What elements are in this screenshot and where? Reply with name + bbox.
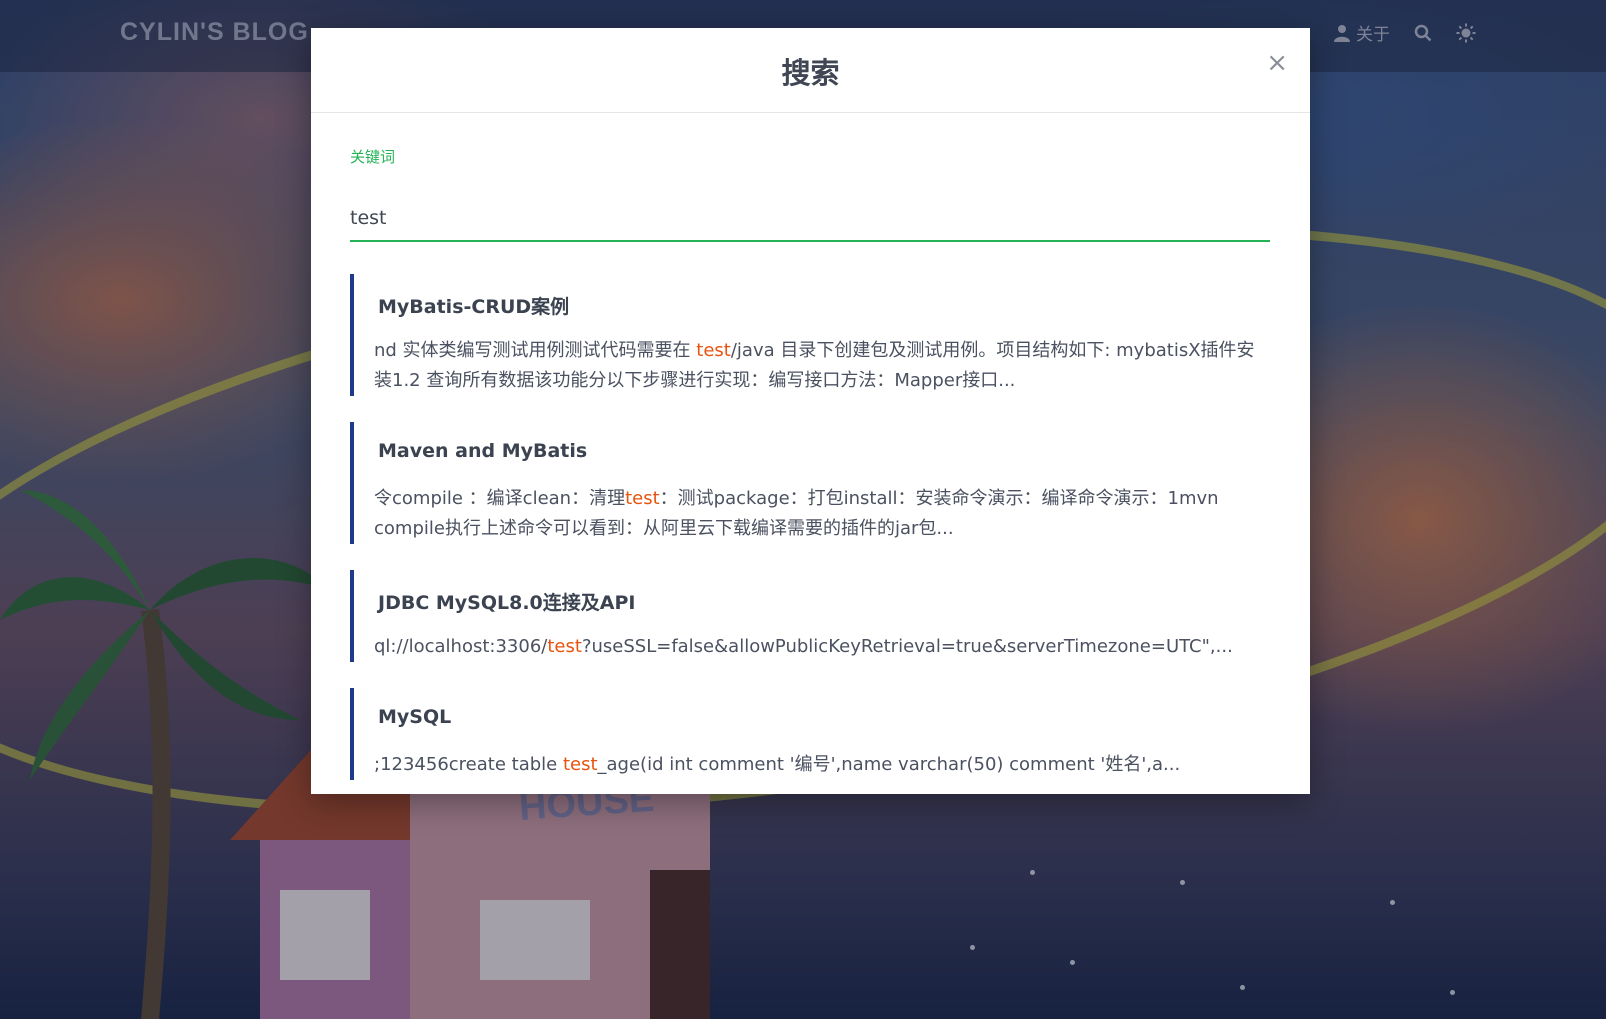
snippet-highlight: test — [547, 636, 582, 657]
result-title[interactable]: MyBatis-CRUD案例 — [378, 274, 1270, 318]
search-result-item[interactable]: Maven and MyBatis 令compile ：编译clean：清理te… — [350, 422, 1270, 544]
snippet-text: _age(id int comment '编号',name varchar(50… — [597, 754, 1181, 775]
snippet-text: nd 实体类编写测试用例测试代码需要在 — [374, 340, 697, 361]
search-result-item[interactable]: JDBC MySQL8.0连接及API ql://localhost:3306/… — [350, 570, 1270, 662]
search-result-item[interactable]: MySQL ;123456create table test_age(id in… — [350, 688, 1270, 780]
result-snippet: ;123456create table test_age(id int comm… — [374, 750, 1270, 780]
snippet-highlight: test — [625, 488, 660, 509]
result-title[interactable]: MySQL — [378, 688, 1270, 732]
keyword-label: 关键词 — [350, 148, 396, 166]
search-results: MyBatis-CRUD案例 nd 实体类编写测试用例测试代码需要在 test/… — [350, 274, 1270, 806]
result-title[interactable]: JDBC MySQL8.0连接及API — [378, 570, 1270, 614]
snippet-text: 令compile ：编译clean：清理 — [374, 488, 626, 509]
snippet-highlight: test — [696, 340, 731, 361]
result-title[interactable]: Maven and MyBatis — [378, 422, 1270, 466]
result-snippet: ql://localhost:3306/test?useSSL=false&al… — [374, 632, 1270, 662]
snippet-text: ;123456create table — [374, 754, 563, 775]
snippet-text: ?useSSL=false&allowPublicKeyRetrieval=tr… — [581, 636, 1233, 657]
search-result-item[interactable]: MyBatis-CRUD案例 nd 实体类编写测试用例测试代码需要在 test/… — [350, 274, 1270, 396]
snippet-highlight: test — [562, 754, 598, 775]
result-snippet: 令compile ：编译clean：清理test：测试package：打包ins… — [374, 484, 1270, 544]
search-modal: 搜索 × 关键词 MyBatis-CRUD案例 nd 实体类编写测试用例测试代码… — [311, 28, 1310, 794]
modal-header: 搜索 × — [311, 28, 1310, 113]
result-snippet: nd 实体类编写测试用例测试代码需要在 test/java 目录下创建包及测试用… — [374, 336, 1270, 396]
search-input[interactable] — [350, 196, 1270, 242]
modal-title: 搜索 — [781, 56, 840, 90]
close-icon[interactable]: × — [1266, 50, 1288, 76]
snippet-text: ql://localhost:3306/ — [374, 636, 548, 657]
